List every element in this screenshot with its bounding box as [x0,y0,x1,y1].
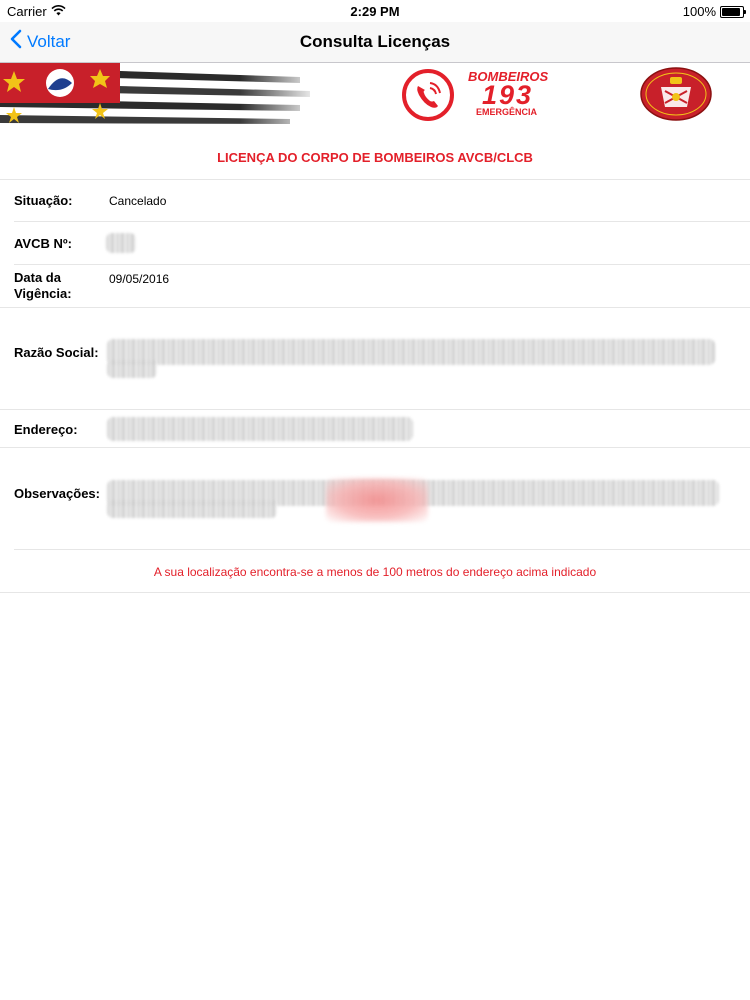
divider [14,221,750,222]
avcb-value-redacted [106,233,136,253]
status-time: 2:29 PM [350,4,400,19]
razao-social-label: Razão Social: [14,345,99,360]
divider [14,264,750,265]
navigation-bar: Voltar Consulta Licenças [0,22,750,63]
data-label-line1: Data da [14,270,61,285]
divider [0,179,750,180]
data-vigencia-value: 09/05/2016 [109,272,170,286]
data-label-line2: Vigência: [14,286,72,301]
divider [14,549,750,550]
location-note: A sua localização encontra-se a menos de… [153,565,597,579]
battery-icon [720,5,746,18]
observacoes-label: Observações: [14,486,100,501]
battery-percent: 100% [682,4,716,19]
status-bar: Carrier 2:29 PM 100% [0,0,750,22]
endereco-value-redacted [107,417,413,441]
divider [0,307,750,308]
sao-paulo-flag-image [0,63,320,125]
divider [0,447,750,448]
fire-department-crest [640,67,712,121]
divider [0,409,750,410]
avcb-label: AVCB Nº: [14,236,72,251]
observacoes-value-redacted-line2 [107,500,277,518]
status-right: 100% [682,4,746,19]
data-vigencia-label: Data da Vigência: [14,270,72,302]
battery-level [722,7,740,16]
observacoes-highlight-redacted [326,478,428,522]
endereco-label: Endereço: [14,422,78,437]
razao-social-value-redacted-line2 [107,360,157,378]
header-banner: BOMBEIROS 193 EMERGÊNCIA [0,63,750,125]
page-title: Consulta Licenças [299,32,451,51]
license-heading: LICENÇA DO CORPO DE BOMBEIROS AVCB/CLCB [217,150,533,165]
divider [0,592,750,593]
situacao-value: Cancelado [109,194,167,208]
razao-social-value-redacted [107,339,715,365]
situacao-label: Situação: [14,193,73,208]
emergency-sub: EMERGÊNCIA [476,107,538,117]
